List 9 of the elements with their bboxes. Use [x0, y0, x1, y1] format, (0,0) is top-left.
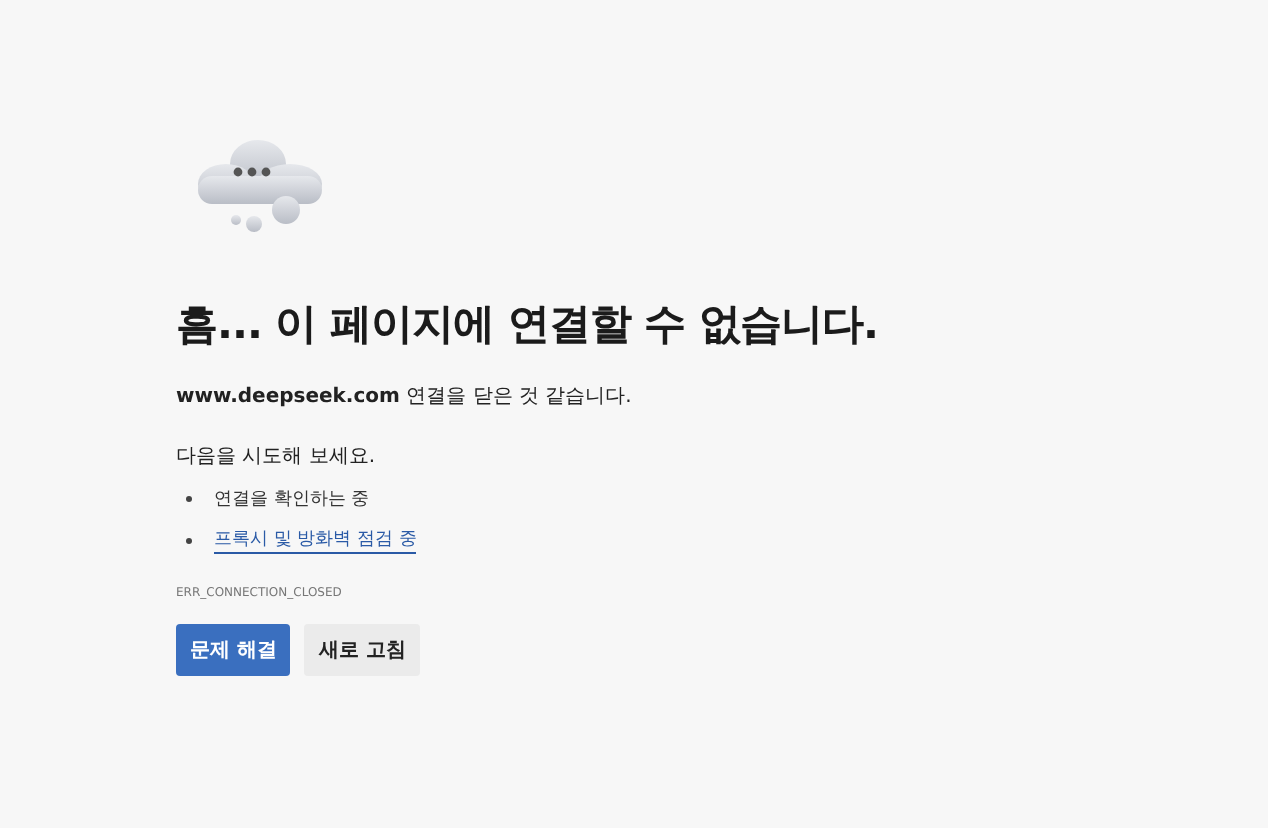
suggestion-heading: 다음을 시도해 보세요.	[176, 444, 378, 470]
refresh-button[interactable]: 새로 고침	[304, 624, 420, 676]
suggestion-link[interactable]: 프록시 및 방화벽 점검 중	[214, 526, 417, 554]
troubleshoot-button[interactable]: 문제 해결	[176, 624, 291, 676]
page-heading: 흠... 이 페이지에 연결할 수 없습니다.	[176, 298, 880, 352]
bullet-icon	[186, 537, 192, 543]
bullet-icon	[186, 496, 192, 502]
error-message: www.deepseek.com 연결을 닫은 것 같습니다.	[176, 384, 634, 410]
suggestion-text: 연결을 확인하는 중	[214, 488, 370, 512]
